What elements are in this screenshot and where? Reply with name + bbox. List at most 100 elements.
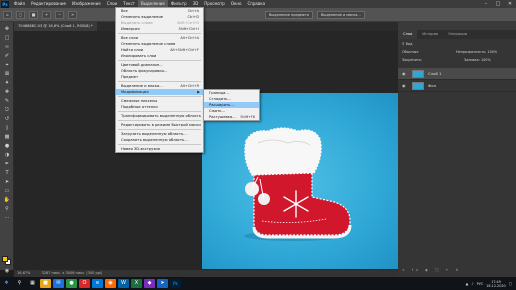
menu-2[interactable]: Изображение — [69, 0, 104, 8]
blend-mode-select[interactable]: Обычные — [402, 50, 418, 54]
menu-item[interactable]: Предмет — [116, 74, 203, 80]
document-tab[interactable]: 7046888C.03 @ 16,6% (Слой 1, RGB/8) * — [14, 22, 97, 31]
menu-item[interactable]: Новая 3D-экструзия — [116, 146, 203, 152]
menu-8[interactable]: Просмотр — [201, 0, 228, 8]
frame-tool-icon[interactable]: ⊠ — [3, 71, 11, 78]
task-view-icon[interactable]: ▦ — [27, 279, 38, 288]
delete-layer-icon[interactable]: ✕ — [455, 268, 461, 272]
word-icon[interactable]: W — [118, 279, 129, 288]
healing-brush-icon[interactable]: ✚ — [3, 89, 11, 96]
menu-item[interactable]: Подобные оттенки — [116, 104, 203, 110]
menu-item[interactable]: Изолировать слои — [116, 53, 203, 59]
menu-item[interactable]: Редактировать в режиме быстрой маски — [116, 122, 203, 128]
layer-name: Фон — [428, 83, 437, 88]
menu-item-label: Выделение и маска... — [121, 84, 163, 88]
marquee-tool-icon[interactable]: □ — [3, 35, 11, 42]
eraser-tool-icon[interactable]: ▯ — [3, 125, 11, 132]
menu-item-label: Изолировать слои — [121, 54, 157, 58]
file-explorer-icon[interactable]: ■ — [40, 279, 51, 288]
dodge-tool-icon[interactable]: ◑ — [3, 152, 11, 159]
menu-separator — [118, 120, 201, 121]
photoshop-taskbar-icon[interactable]: Ps — [170, 279, 181, 288]
zoom-readout[interactable]: 16,67% — [17, 271, 30, 275]
maximize-icon[interactable]: □ — [492, 0, 504, 8]
close-icon[interactable]: ✕ — [504, 0, 516, 8]
zoom-tool-icon[interactable]: ⚲ — [3, 206, 11, 213]
menu-0[interactable]: Файл — [11, 0, 28, 8]
type-tool-icon[interactable]: T — [3, 170, 11, 177]
intersect-selection-icon[interactable]: × — [68, 10, 77, 19]
select-subject-button[interactable]: Выделение предмета — [265, 10, 314, 19]
menu-9[interactable]: Окно — [228, 0, 245, 8]
new-layer-icon[interactable]: + — [446, 268, 452, 272]
quick-selection-tool-icon[interactable]: ✐ — [3, 53, 11, 60]
lock-label: Закрепить: — [402, 58, 423, 62]
chrome-icon[interactable]: ● — [66, 279, 77, 288]
layer-row[interactable]: ◉ Фон — [398, 80, 516, 92]
rectangle-tool-icon[interactable]: ▭ — [3, 188, 11, 195]
clone-stamp-icon[interactable]: ⎋ — [3, 107, 11, 114]
telegram-icon[interactable]: ➤ — [157, 279, 168, 288]
layer-row[interactable]: ◉ Слой 1 — [398, 68, 516, 80]
volume-icon[interactable]: ♪ — [471, 282, 473, 286]
language-indicator[interactable]: РУС — [477, 282, 484, 286]
visibility-eye-icon[interactable]: ◉ — [402, 80, 408, 92]
add-mask-icon[interactable]: ◐ — [425, 268, 431, 272]
menu-item[interactable]: Инверсия Shift+Ctrl+I — [116, 26, 203, 32]
opacity-field[interactable]: Непрозрачность: 100% — [456, 48, 497, 56]
subtract-selection-icon[interactable]: − — [55, 10, 64, 19]
marquee-tool-preset-icon[interactable]: ▢ — [16, 10, 25, 19]
layer-actions-bar: ∞ fx ◐ □ + ✕ — [398, 266, 516, 274]
home-icon[interactable]: ⌂ — [3, 10, 12, 19]
pen-tool-icon[interactable]: ✒ — [3, 161, 11, 168]
select-and-mask-button[interactable]: Выделение и маска... — [317, 10, 365, 19]
menu-item[interactable]: Сохранить выделенную область... — [116, 137, 203, 143]
menu-item-label: Все слои — [121, 36, 139, 40]
clock[interactable]: 17:49 18.12.2020 — [486, 280, 505, 288]
start-icon[interactable]: ❖ — [1, 279, 12, 288]
menu-1[interactable]: Редактирование — [28, 0, 69, 8]
add-selection-icon[interactable]: + — [42, 10, 51, 19]
tab-actions[interactable]: Операции — [443, 30, 472, 39]
menu-item-label: Цветовой диапазон... — [121, 63, 163, 67]
menu-item[interactable]: Растушевка... Shift+F6 — [204, 114, 259, 120]
crop-tool-icon[interactable]: ⌖ — [3, 62, 11, 69]
quick-mask-icon[interactable]: ◉ — [3, 268, 11, 275]
minimize-icon[interactable]: – — [480, 0, 492, 8]
more-tools-icon[interactable]: ⋯ — [3, 215, 11, 222]
network-icon[interactable]: ▲ — [466, 282, 469, 286]
app-icon[interactable]: ◆ — [144, 279, 155, 288]
new-group-icon[interactable]: □ — [435, 268, 441, 272]
notifications-icon[interactable]: □ — [509, 282, 512, 286]
tab-layers[interactable]: Слои — [398, 30, 418, 39]
edge-icon[interactable]: e — [92, 279, 103, 288]
new-selection-icon[interactable]: ■ — [29, 10, 38, 19]
visibility-eye-icon[interactable]: ◉ — [402, 68, 408, 80]
lasso-tool-icon[interactable]: ∞ — [3, 44, 11, 51]
menu-item[interactable]: Модификация ▶ — [116, 89, 203, 95]
blur-tool-icon[interactable]: ● — [3, 143, 11, 150]
excel-icon[interactable]: X — [131, 279, 142, 288]
menu-10[interactable]: Справка — [244, 0, 268, 8]
path-selection-icon[interactable]: ➤ — [3, 179, 11, 186]
history-brush-icon[interactable]: ↺ — [3, 116, 11, 123]
link-layers-icon[interactable]: ∞ — [402, 268, 408, 272]
layer-style-icon[interactable]: fx — [412, 268, 421, 272]
search-icon[interactable]: ⚲ — [14, 279, 25, 288]
foreground-color-swatch[interactable] — [2, 256, 8, 262]
gradient-tool-icon[interactable]: ▩ — [3, 134, 11, 141]
move-tool-icon[interactable]: ✥ — [3, 26, 11, 33]
menu-item-label: Модификация — [121, 90, 149, 94]
tab-history[interactable]: История — [417, 30, 443, 39]
mail-app-icon[interactable]: ✉ — [53, 279, 64, 288]
opera-icon[interactable]: O — [79, 279, 90, 288]
firefox-icon[interactable]: ◉ — [105, 279, 116, 288]
layer-filter-kind[interactable]: Вид — [406, 42, 413, 46]
fill-field[interactable]: Заливка: 100% — [464, 56, 491, 64]
menu-item[interactable]: Трансформировать выделенную область — [116, 113, 203, 119]
panel-dock-header — [398, 22, 516, 30]
eyedropper-tool-icon[interactable]: ⁕ — [3, 80, 11, 87]
hand-tool-icon[interactable]: ✋ — [3, 197, 11, 204]
canvas-area[interactable] — [14, 31, 399, 270]
brush-tool-icon[interactable]: ✎ — [3, 98, 11, 105]
